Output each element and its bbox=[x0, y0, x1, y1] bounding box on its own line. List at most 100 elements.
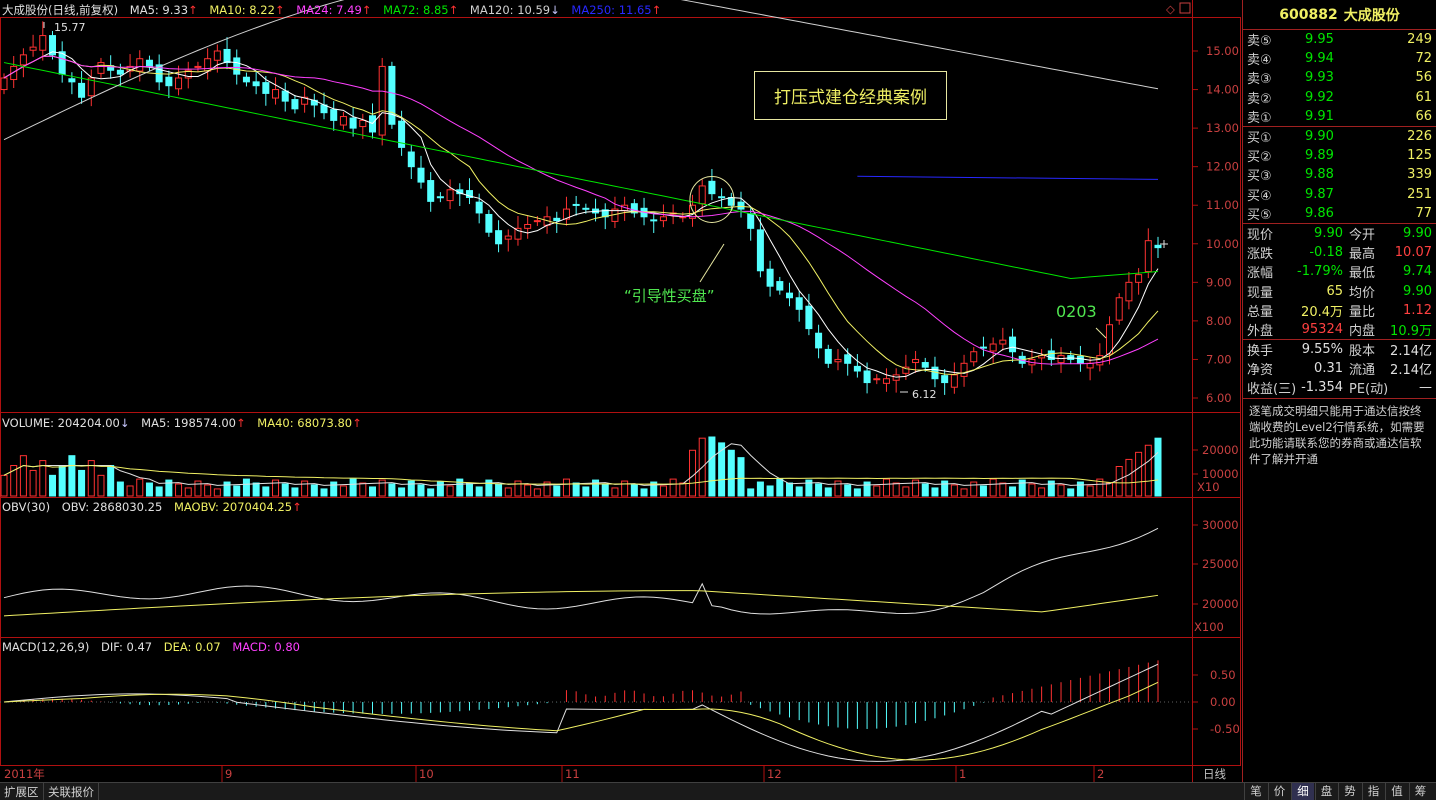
candle-body bbox=[1096, 355, 1104, 366]
candle-body bbox=[339, 116, 347, 126]
price-axis-label: 10.00 bbox=[1206, 237, 1239, 251]
volume-bar bbox=[572, 482, 580, 497]
tab-2[interactable]: 细 bbox=[1291, 783, 1314, 800]
volume-bar bbox=[204, 484, 212, 497]
candle-body bbox=[766, 268, 774, 287]
candle-body bbox=[960, 362, 968, 377]
ask-row[interactable]: 卖⑤ 9.95 249 bbox=[1243, 30, 1436, 49]
bid-row[interactable]: 买⑤ 9.86 77 bbox=[1243, 204, 1436, 223]
volume-bar bbox=[747, 488, 755, 497]
ask-row[interactable]: 卖③ 9.93 56 bbox=[1243, 68, 1436, 87]
kline-chart-area[interactable]: 15.00 14.00 13.00 12.00 11.00 10.00 9.00 8.00 7.… bbox=[0, 0, 1242, 782]
candle-body bbox=[417, 167, 425, 183]
volume-bar bbox=[291, 487, 299, 497]
induce-buy-annotation: “引导性买盘” bbox=[624, 287, 715, 305]
candle-body bbox=[863, 370, 871, 384]
volume-bar bbox=[349, 478, 357, 497]
kline-chart-svg[interactable]: 15.0014.0013.0012.0011.0010.009.008.007.… bbox=[0, 0, 1242, 782]
candle-body bbox=[1144, 240, 1152, 273]
quote-value: 9.90 bbox=[1403, 283, 1432, 299]
volume-bar bbox=[873, 485, 881, 497]
volume-bar bbox=[834, 480, 842, 497]
candle-body bbox=[407, 151, 415, 168]
obv-unit-label: X100 bbox=[1194, 620, 1224, 634]
fundamental-value: 9.55% bbox=[1301, 342, 1343, 358]
volume-bar bbox=[388, 483, 396, 497]
ask-row[interactable]: 卖① 9.91 66 bbox=[1243, 107, 1436, 126]
bid-price: 9.88 bbox=[1305, 167, 1334, 183]
volume-bar bbox=[107, 465, 115, 497]
ask-volume: 56 bbox=[1415, 70, 1432, 86]
tab-extension[interactable]: 扩展区 bbox=[0, 783, 44, 800]
candle-body bbox=[853, 365, 861, 372]
date-axis-label: 1 bbox=[959, 767, 966, 781]
candle-body bbox=[1135, 274, 1143, 283]
low-label: 6.12 bbox=[912, 388, 937, 401]
bid-price: 9.90 bbox=[1305, 129, 1334, 145]
quote-value: -0.18 bbox=[1309, 245, 1343, 261]
tab-5[interactable]: 指 bbox=[1361, 783, 1385, 800]
quote-label: 量比 bbox=[1349, 304, 1376, 320]
price-axis-label: 14.00 bbox=[1206, 83, 1239, 97]
volume-bar bbox=[427, 488, 435, 497]
candle-body bbox=[718, 196, 726, 199]
quote-label: 涨幅 bbox=[1247, 266, 1274, 282]
volume-bar bbox=[621, 480, 629, 497]
candle-body bbox=[475, 201, 483, 214]
tab-0[interactable]: 笔 bbox=[1244, 783, 1267, 800]
volume-bar bbox=[436, 481, 444, 497]
ask-price: 9.94 bbox=[1305, 51, 1334, 67]
ask-row[interactable]: 卖④ 9.94 72 bbox=[1243, 49, 1436, 68]
obv-axis-label: 25000 bbox=[1202, 557, 1239, 571]
candle-body bbox=[485, 213, 493, 233]
ma24-legend: MA24: 7.49 bbox=[296, 3, 371, 17]
ask-label: 卖① bbox=[1247, 110, 1272, 126]
tab-6[interactable]: 值 bbox=[1385, 783, 1408, 800]
volume-bar bbox=[301, 480, 309, 497]
price-axis-label: 13.00 bbox=[1206, 121, 1239, 135]
bid-label: 买④ bbox=[1247, 188, 1272, 204]
candle-body bbox=[504, 235, 512, 240]
quote-row: 现价 9.90 今开 9.90 bbox=[1243, 224, 1436, 243]
bid-book: 买① 9.90 226 买② 9.89 125 买③ 9.88 339 买④ 9.87 251 买⑤ 9.… bbox=[1243, 127, 1436, 224]
candle-body bbox=[242, 76, 250, 83]
quote-label: 今开 bbox=[1349, 227, 1376, 243]
tab-7[interactable]: 筹 bbox=[1408, 783, 1432, 800]
bid-row[interactable]: 买① 9.90 226 bbox=[1243, 127, 1436, 146]
volume-bar bbox=[1106, 482, 1114, 497]
bid-row[interactable]: 买④ 9.87 251 bbox=[1243, 185, 1436, 204]
fundamental-value: — bbox=[1419, 380, 1432, 396]
tab-related-quotes[interactable]: 关联报价 bbox=[44, 783, 99, 800]
candle-body bbox=[950, 374, 958, 388]
quote-stats: 现价 9.90 今开 9.90 涨跌 -0.18 最高 10.07 涨幅 -1.79% 最低 9.74… bbox=[1243, 224, 1436, 340]
tab-3[interactable]: 盘 bbox=[1314, 783, 1338, 800]
fundamental-label: 换手 bbox=[1247, 344, 1274, 360]
fundamentals: 换手 9.55% 股本 2.14亿 净资 0.31 流通 2.14亿 收益(三) -1.354 PE… bbox=[1243, 340, 1436, 399]
bid-label: 买③ bbox=[1247, 169, 1272, 185]
bid-label: 买① bbox=[1247, 131, 1272, 147]
ask-price: 9.95 bbox=[1305, 32, 1334, 48]
volume-bar bbox=[475, 486, 483, 497]
dea-line bbox=[3, 681, 1159, 761]
ma10-legend: MA10: 8.22 bbox=[209, 3, 284, 17]
candle-body bbox=[795, 297, 803, 310]
bid-row[interactable]: 买③ 9.88 339 bbox=[1243, 165, 1436, 184]
date-axis-label: 12 bbox=[767, 767, 782, 781]
price-axis-label: 7.00 bbox=[1206, 352, 1232, 366]
candle-body bbox=[524, 224, 532, 229]
date-axis-label: 11 bbox=[565, 767, 580, 781]
ask-row[interactable]: 卖② 9.92 61 bbox=[1243, 88, 1436, 107]
tab-1[interactable]: 价 bbox=[1267, 783, 1291, 800]
ask-volume: 66 bbox=[1415, 108, 1432, 124]
candle-body bbox=[359, 119, 367, 128]
tab-4[interactable]: 势 bbox=[1338, 783, 1361, 800]
candle-body bbox=[194, 65, 202, 68]
candle-body bbox=[136, 58, 144, 72]
obv-legend: OBV(30) OBV: 2868030.25 MAOBV: 2070404.2… bbox=[2, 500, 310, 514]
ask-price: 9.92 bbox=[1305, 89, 1334, 105]
fundamental-label: 股本 bbox=[1349, 344, 1376, 360]
volume-bar bbox=[708, 436, 716, 497]
candle-body bbox=[514, 227, 522, 240]
quote-row: 外盘 95324 内盘 10.9万 bbox=[1243, 320, 1436, 339]
bid-row[interactable]: 买② 9.89 125 bbox=[1243, 146, 1436, 165]
